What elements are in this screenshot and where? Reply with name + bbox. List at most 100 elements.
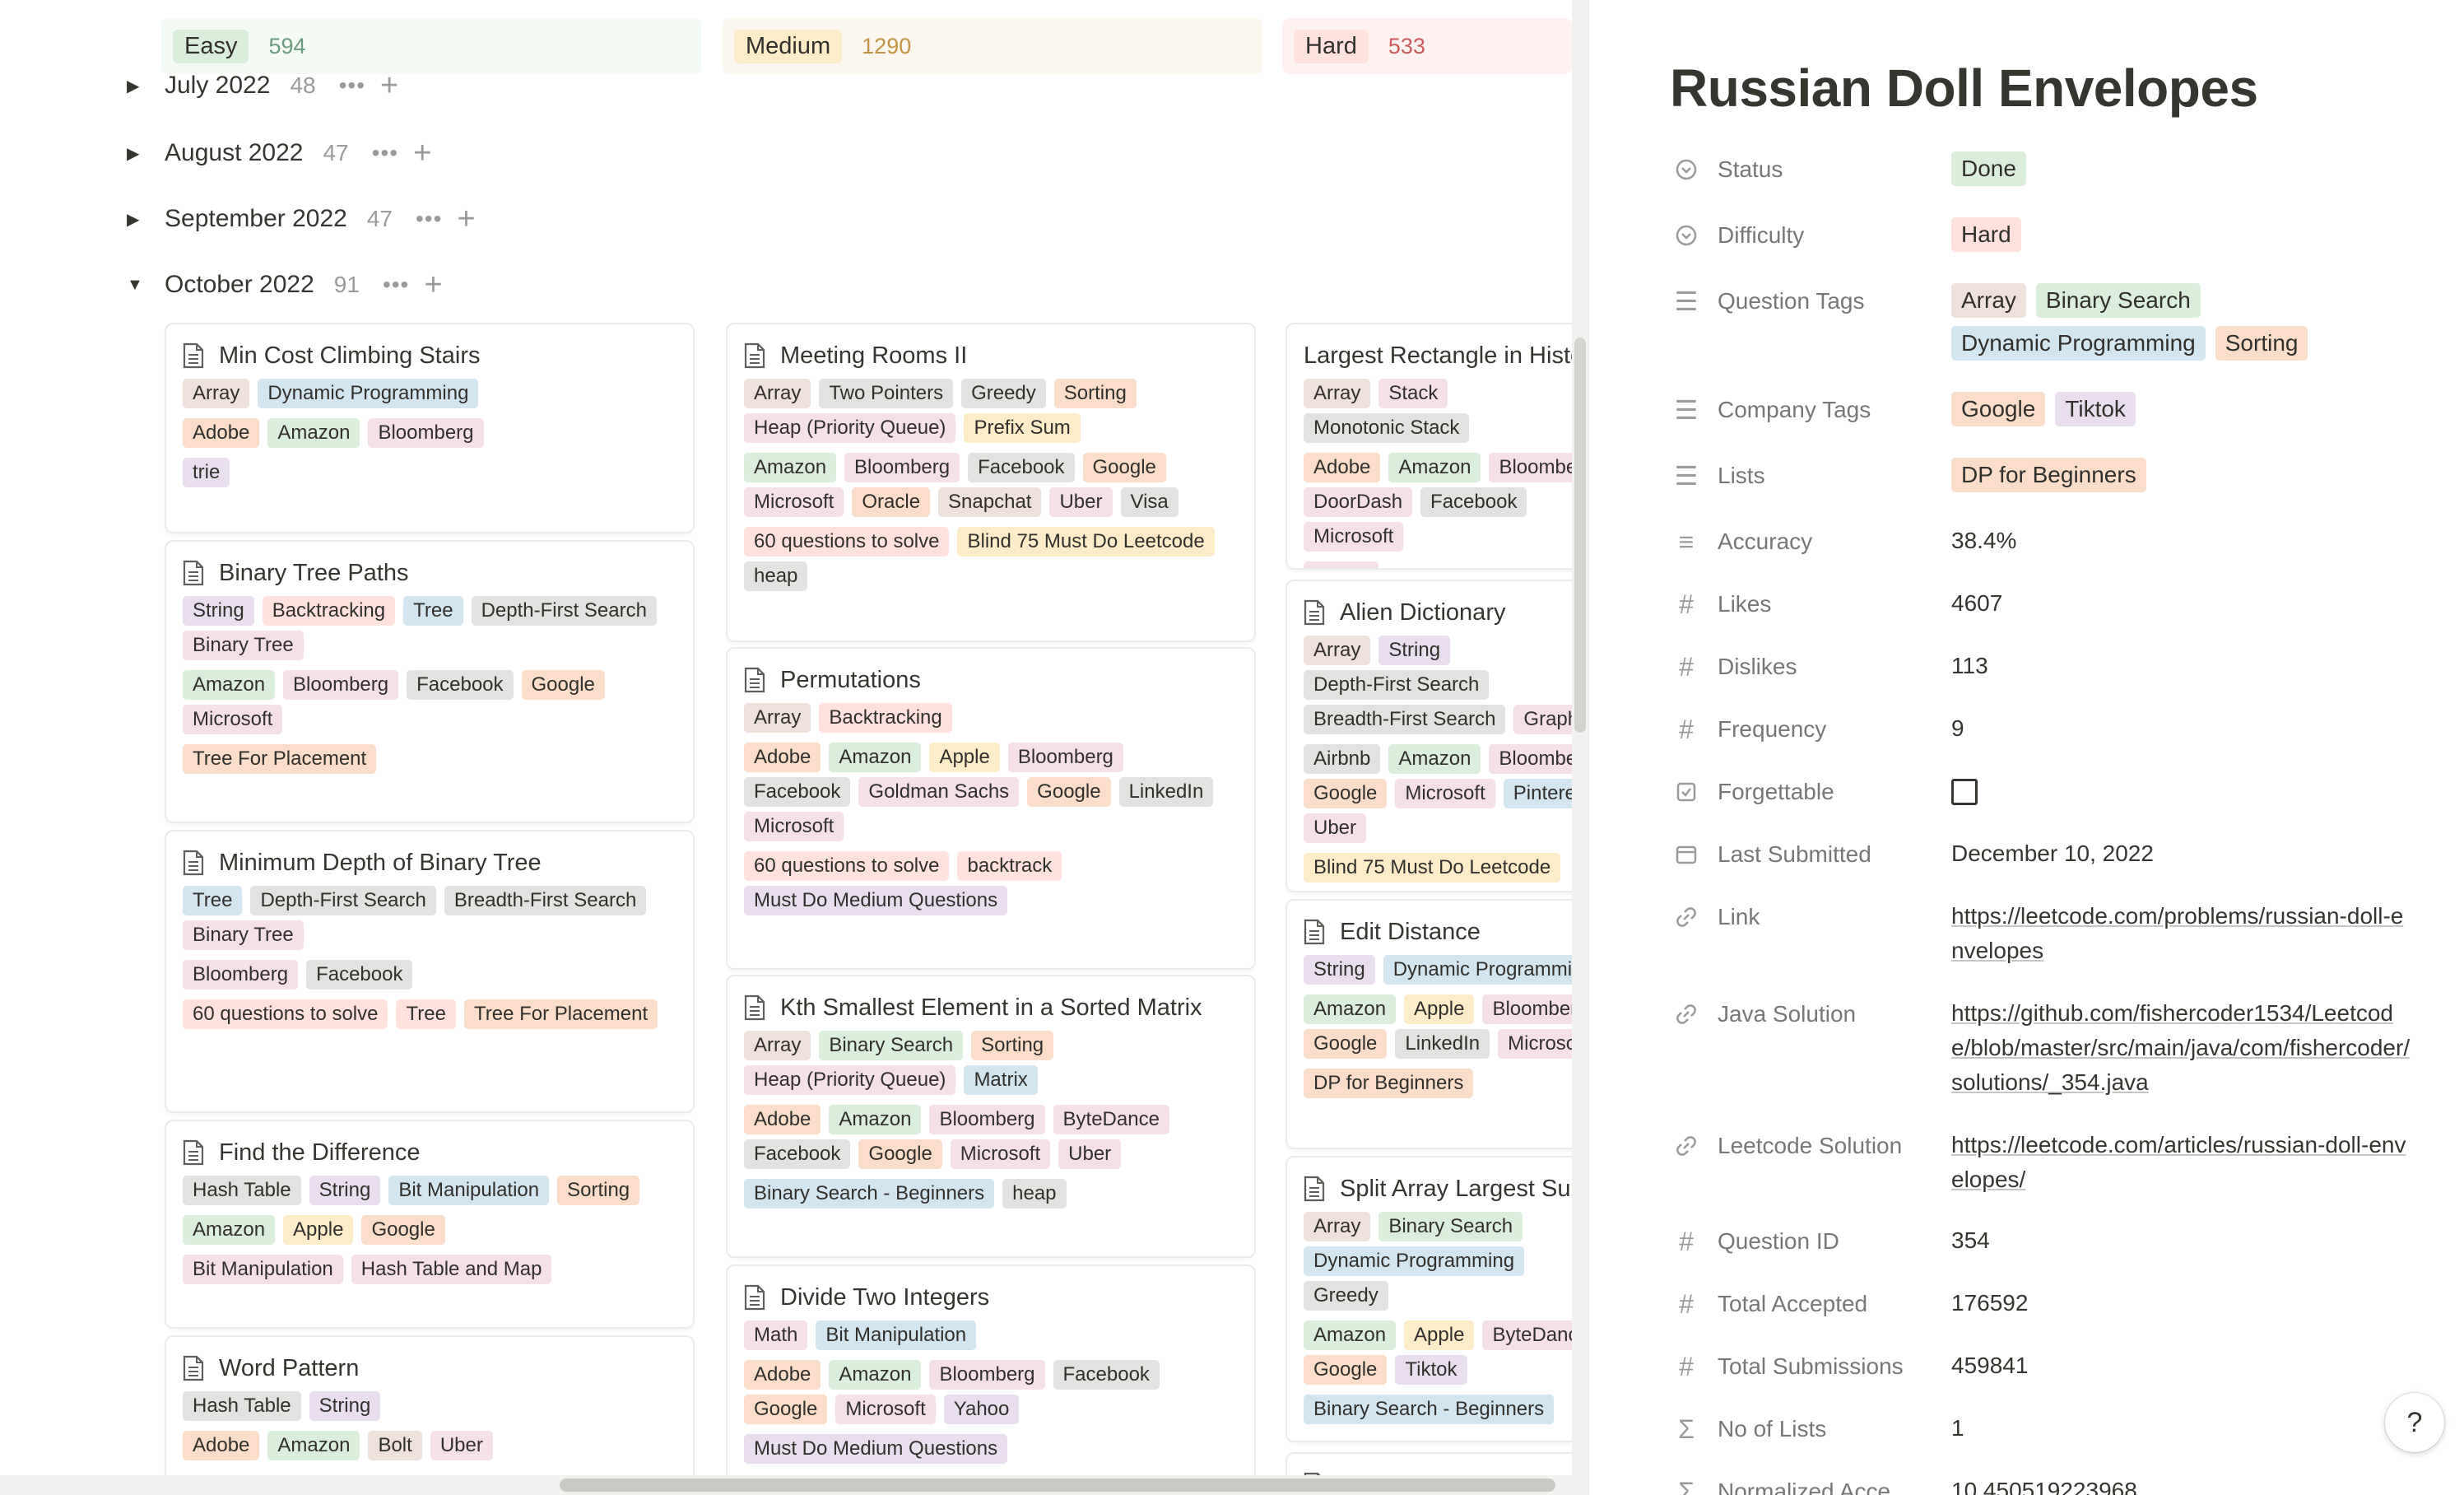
group-row[interactable]: ▼ October 2022 91 ••• + <box>123 262 443 308</box>
tag[interactable]: Google <box>521 670 605 700</box>
board-card[interactable]: Alien Dictionary Array String Depth-First S… <box>1287 581 1572 891</box>
tag[interactable]: Array <box>1951 283 2026 318</box>
tag[interactable]: Heap (Priority Queue) <box>744 1065 956 1095</box>
tag[interactable]: Binary Search - Beginners <box>744 1179 995 1209</box>
tag[interactable]: Bloomberg <box>1482 994 1572 1024</box>
tag[interactable]: Adobe <box>744 743 821 772</box>
tag[interactable]: Dynamic Programming <box>1383 955 1572 985</box>
difficulty-badge[interactable]: Hard <box>1951 217 2021 252</box>
tag[interactable]: Array <box>1304 636 1371 665</box>
help-button[interactable]: ? <box>2385 1393 2444 1452</box>
tag[interactable]: Hash Table <box>183 1391 301 1421</box>
tag[interactable]: Visa <box>1120 487 1179 517</box>
tag[interactable]: Google <box>1304 1029 1388 1059</box>
tag[interactable]: Binary Tree <box>183 631 304 660</box>
tag[interactable]: heap <box>1002 1179 1067 1209</box>
tag[interactable]: Google <box>744 1395 828 1424</box>
tag[interactable]: Amazon <box>744 453 837 482</box>
horizontal-scrollbar-thumb[interactable] <box>560 1479 1555 1492</box>
tag[interactable]: Microsoft <box>1304 522 1404 552</box>
tag[interactable]: Amazon <box>1388 744 1481 774</box>
board-card[interactable]: Edit Distance String Dynamic Programming Am… <box>1287 901 1572 1148</box>
tag[interactable]: Array <box>1304 1212 1371 1241</box>
tag[interactable]: Breadth-First Search <box>1304 705 1506 734</box>
tag[interactable]: Bloomberg <box>844 453 960 482</box>
tag[interactable]: Matrix <box>964 1065 1038 1095</box>
tag[interactable]: Google <box>1951 392 2046 426</box>
tag[interactable]: Yahoo <box>943 1395 1020 1424</box>
tag[interactable]: Bit Manipulation <box>388 1176 550 1205</box>
tag[interactable]: Blind 75 Must Do Leetcode <box>1304 853 1561 883</box>
tag[interactable]: Microsoft <box>835 1395 936 1424</box>
tag[interactable]: String <box>1304 955 1375 985</box>
tag[interactable]: ByteDance <box>1482 1320 1572 1350</box>
normalized-acce-value[interactable]: 10.450519223968 <box>1951 1474 2137 1495</box>
board-card[interactable]: Divide Two Integers Math Bit Manipulation A… <box>728 1266 1254 1495</box>
tag[interactable]: Apple <box>1404 1320 1475 1350</box>
tag[interactable]: String <box>183 596 254 626</box>
question-id-value[interactable]: 354 <box>1951 1223 1990 1258</box>
tag[interactable]: Breadth-First Search <box>444 886 647 915</box>
tag[interactable]: Sorting <box>557 1176 640 1205</box>
tag[interactable]: Bloomberg <box>929 1360 1045 1390</box>
tag[interactable]: Depth-First Search <box>1304 670 1490 700</box>
tag[interactable]: Facebook <box>407 670 514 700</box>
tag[interactable]: Hash Table and Map <box>351 1255 552 1284</box>
tag[interactable]: Adobe <box>744 1105 821 1134</box>
tag[interactable]: Google <box>361 1215 445 1245</box>
tag[interactable]: Microsoft <box>744 812 844 841</box>
board-card[interactable]: Min Cost Climbing Stairs Array Dynamic Pro… <box>166 324 693 532</box>
tag[interactable]: String <box>1378 636 1451 665</box>
tag[interactable]: Binary Search <box>819 1031 964 1060</box>
tag[interactable]: Bloomberg <box>1489 744 1572 774</box>
tag[interactable]: Bloomberg <box>1007 743 1123 772</box>
plus-icon[interactable]: + <box>424 269 442 300</box>
tag[interactable]: Facebook <box>1420 487 1527 517</box>
tag[interactable]: Amazon <box>829 1105 922 1134</box>
tag[interactable]: Bit Manipulation <box>183 1255 343 1284</box>
board-card[interactable]: Kth Smallest Element in a Sorted Matrix A… <box>728 976 1254 1256</box>
tag[interactable]: Tree <box>403 596 463 626</box>
tag[interactable]: Google <box>1304 1355 1388 1385</box>
board-card[interactable]: Binary Tree Paths String Backtracking Tree D… <box>166 542 693 822</box>
board-card[interactable]: Largest Rectangle in Histogram ArrayStack… <box>1287 324 1572 568</box>
tag[interactable]: Amazon <box>1388 453 1481 482</box>
tag[interactable]: Adobe <box>183 418 260 448</box>
tag[interactable]: DP for Beginners <box>1304 1069 1474 1098</box>
tag[interactable]: Hash Table <box>183 1176 301 1205</box>
tag[interactable]: Microsoft <box>744 487 844 517</box>
tag[interactable]: Oracle <box>852 487 931 517</box>
tag[interactable]: Must Do Medium Questions <box>744 886 1008 915</box>
tag[interactable]: Bloomberg <box>183 960 299 990</box>
tag[interactable]: Facebook <box>968 453 1075 482</box>
tag[interactable]: Sorting <box>1053 379 1137 408</box>
tag[interactable]: Amazon <box>829 743 922 772</box>
tag[interactable]: Facebook <box>744 777 851 807</box>
plus-icon[interactable]: + <box>413 137 431 169</box>
horizontal-scrollbar[interactable] <box>0 1475 1572 1495</box>
vertical-scrollbar[interactable] <box>1572 0 1588 1495</box>
tag[interactable]: Google <box>858 1139 942 1169</box>
tag[interactable]: Google <box>1082 453 1166 482</box>
tag[interactable]: Binary Search - Beginners <box>1304 1395 1555 1424</box>
tag[interactable]: Math <box>744 1320 808 1350</box>
last-submitted-value[interactable]: December 10, 2022 <box>1951 836 2154 871</box>
tag[interactable]: Amazon <box>1304 1320 1397 1350</box>
tag[interactable]: Apple <box>1404 994 1475 1024</box>
total-submissions-value[interactable]: 459841 <box>1951 1348 2028 1383</box>
tag[interactable]: Heap (Priority Queue) <box>744 413 956 443</box>
tag[interactable]: String <box>309 1391 381 1421</box>
tag[interactable]: Microsoft <box>1498 1029 1572 1059</box>
tag[interactable]: Amazon <box>267 418 360 448</box>
tag[interactable]: 60 questions to solve <box>744 851 950 881</box>
status-badge[interactable]: Done <box>1951 151 2026 186</box>
tag[interactable]: Tree <box>183 886 243 915</box>
tag[interactable]: Tree For Placement <box>463 999 658 1029</box>
total-accepted-value[interactable]: 176592 <box>1951 1286 2028 1320</box>
group-row[interactable]: ▶ September 2022 47 ••• + <box>123 196 476 242</box>
tag[interactable]: Tree For Placement <box>183 744 377 774</box>
tag[interactable]: Google <box>1027 777 1111 807</box>
tag[interactable]: Dynamic Programming <box>1951 326 2206 361</box>
board-card[interactable]: Meeting Rooms II Array Two Pointers Greedy S… <box>728 324 1254 640</box>
triangle-right-icon[interactable]: ▶ <box>127 76 145 96</box>
